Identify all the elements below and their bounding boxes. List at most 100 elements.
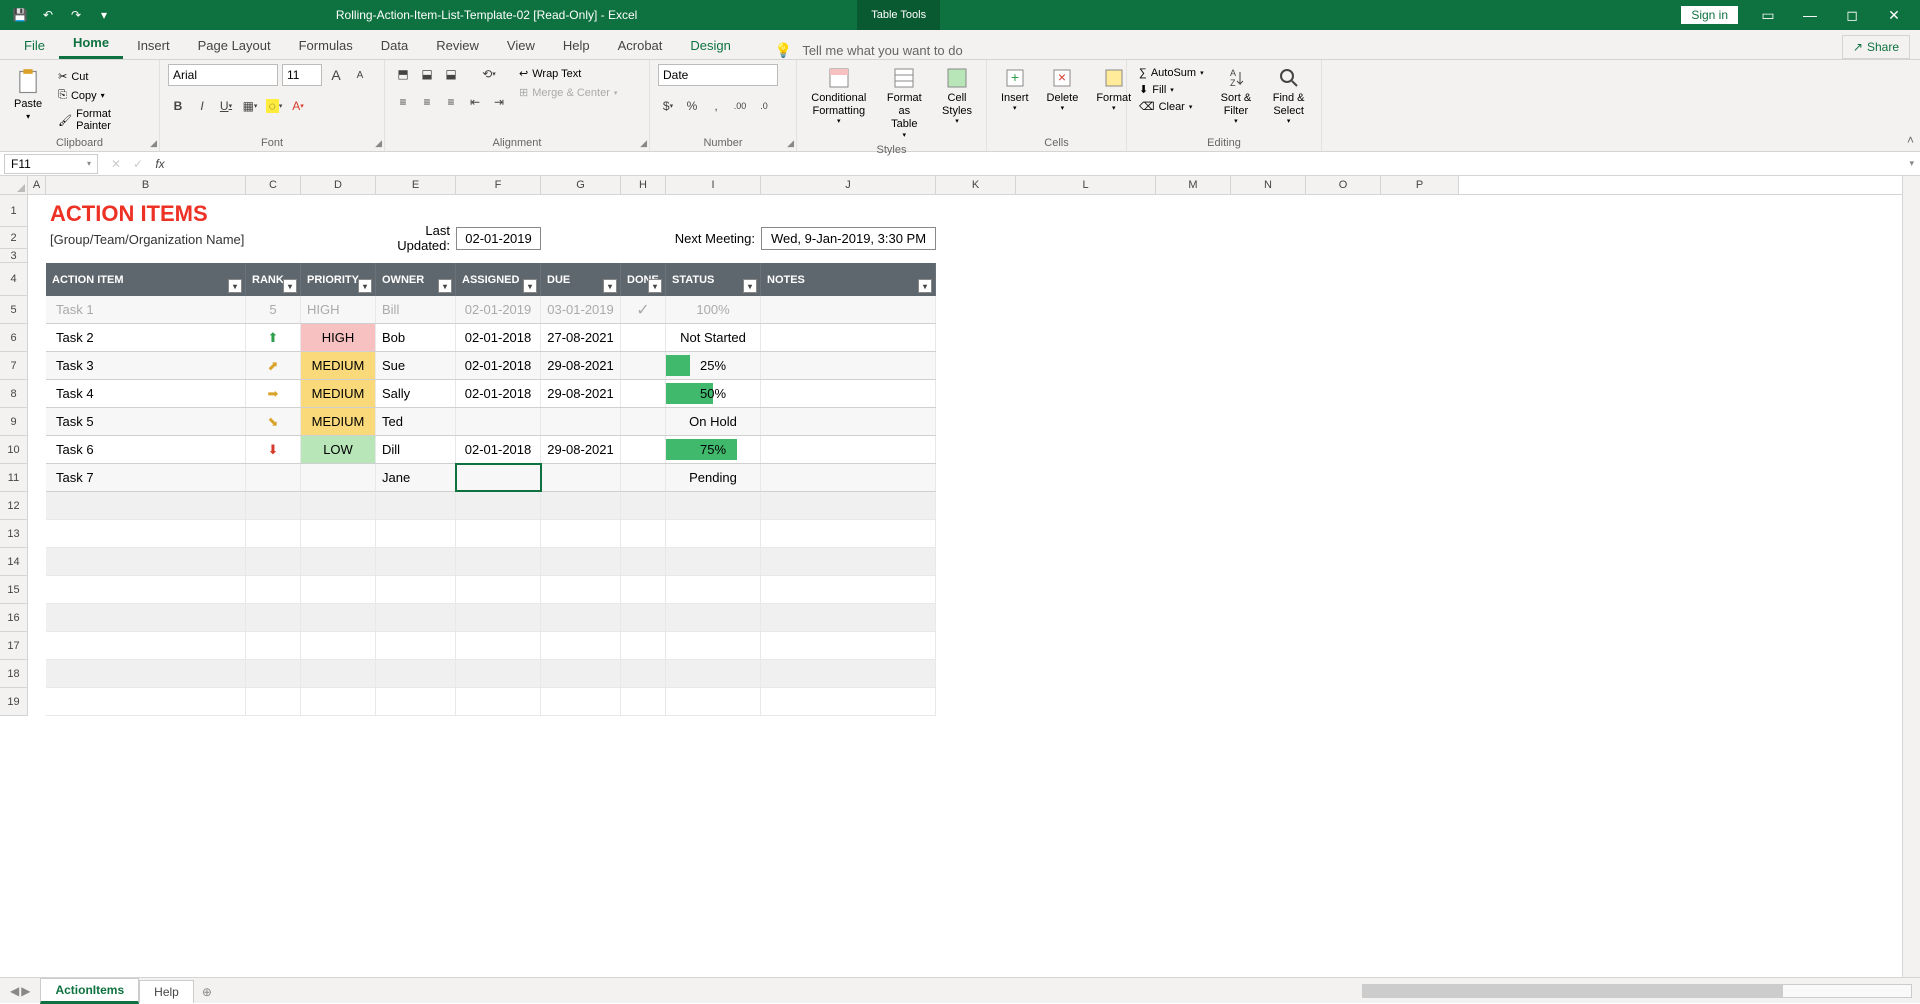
- sheet-nav-prev-icon[interactable]: ◀: [10, 984, 19, 998]
- col-header-H[interactable]: H: [621, 176, 666, 194]
- table-row[interactable]: Task 15HIGHBill02-01-201903-01-2019✓100%: [46, 296, 936, 324]
- ribbon-display-icon[interactable]: ▭: [1748, 0, 1788, 30]
- row-header-18[interactable]: 18: [0, 660, 27, 688]
- font-dialog-launcher[interactable]: ◢: [375, 138, 382, 149]
- filter-button[interactable]: ▾: [438, 279, 452, 293]
- row-header-4[interactable]: 4: [0, 263, 27, 296]
- formula-input[interactable]: [174, 155, 1903, 173]
- row-header-6[interactable]: 6: [0, 324, 27, 352]
- col-header-J[interactable]: J: [761, 176, 936, 194]
- undo-icon[interactable]: ↶: [36, 3, 60, 27]
- grid-content[interactable]: ACTION ITEMS[Group/Team/Organization Nam…: [28, 195, 1902, 716]
- col-header-K[interactable]: K: [936, 176, 1016, 194]
- collapse-ribbon-icon[interactable]: ˄: [1907, 133, 1914, 147]
- table-row[interactable]: Task 2⬆HIGHBob02-01-201827-08-2021Not St…: [46, 324, 936, 352]
- tab-home[interactable]: Home: [59, 29, 123, 59]
- align-right-icon[interactable]: ≡: [441, 92, 461, 112]
- table-row[interactable]: Task 7JanePending: [46, 464, 936, 492]
- fill-button[interactable]: ⬇Fill▾: [1135, 82, 1208, 97]
- horizontal-scrollbar[interactable]: [1362, 984, 1912, 998]
- redo-icon[interactable]: ↷: [64, 3, 88, 27]
- filter-button[interactable]: ▾: [358, 279, 372, 293]
- row-header-5[interactable]: 5: [0, 296, 27, 324]
- tab-view[interactable]: View: [493, 32, 549, 59]
- next-meeting-value[interactable]: Wed, 9-Jan-2019, 3:30 PM: [761, 227, 936, 250]
- tab-page-layout[interactable]: Page Layout: [184, 32, 285, 59]
- format-as-table-button[interactable]: Format as Table▾: [879, 64, 930, 142]
- row-header-17[interactable]: 17: [0, 632, 27, 660]
- row-header-11[interactable]: 11: [0, 464, 27, 492]
- col-header-N[interactable]: N: [1231, 176, 1306, 194]
- row-header-9[interactable]: 9: [0, 408, 27, 436]
- table-row[interactable]: Task 6⬇LOWDill02-01-201829-08-202175%: [46, 436, 936, 464]
- row-header-3[interactable]: 3: [0, 249, 27, 263]
- table-row[interactable]: Task 5⬊MEDIUMTedOn Hold: [46, 408, 936, 436]
- clear-button[interactable]: ⌫Clear▾: [1135, 99, 1208, 114]
- cell-styles-button[interactable]: Cell Styles▾: [936, 64, 978, 129]
- tab-help[interactable]: Help: [549, 32, 604, 59]
- close-icon[interactable]: ✕: [1874, 0, 1914, 30]
- col-header-O[interactable]: O: [1306, 176, 1381, 194]
- italic-button[interactable]: I: [192, 96, 212, 116]
- orientation-icon[interactable]: ⟲▾: [479, 64, 499, 84]
- row-header-13[interactable]: 13: [0, 520, 27, 548]
- paste-button[interactable]: Paste ▾: [8, 64, 48, 125]
- cut-button[interactable]: ✂Cut: [54, 68, 151, 85]
- row-header-7[interactable]: 7: [0, 352, 27, 380]
- copy-button[interactable]: ⎘Copy▾: [54, 87, 151, 104]
- merge-center-button[interactable]: ⊞Merge & Center▾: [515, 85, 621, 100]
- vertical-scrollbar[interactable]: [1902, 176, 1920, 977]
- tab-formulas[interactable]: Formulas: [285, 32, 367, 59]
- qat-customize-icon[interactable]: ▾: [92, 3, 116, 27]
- font-size-input[interactable]: [282, 64, 322, 86]
- clipboard-dialog-launcher[interactable]: ◢: [150, 138, 157, 149]
- col-header-E[interactable]: E: [376, 176, 456, 194]
- sheet-tab-actionitems[interactable]: ActionItems: [40, 978, 139, 1004]
- filter-button[interactable]: ▾: [743, 279, 757, 293]
- increase-decimal-icon[interactable]: .00: [730, 96, 750, 116]
- row-header-10[interactable]: 10: [0, 436, 27, 464]
- add-sheet-button[interactable]: ⊕: [194, 981, 220, 1003]
- tell-me-search[interactable]: 💡 Tell me what you want to do: [775, 42, 1842, 59]
- align-middle-icon[interactable]: ⬓: [417, 64, 437, 84]
- col-header-L[interactable]: L: [1016, 176, 1156, 194]
- minimize-icon[interactable]: —: [1790, 0, 1830, 30]
- borders-button[interactable]: ▦▾: [240, 96, 260, 116]
- maximize-icon[interactable]: ◻: [1832, 0, 1872, 30]
- sort-filter-button[interactable]: AZSort & Filter▾: [1214, 64, 1259, 129]
- col-header-M[interactable]: M: [1156, 176, 1231, 194]
- tab-design[interactable]: Design: [676, 32, 744, 59]
- row-header-16[interactable]: 16: [0, 604, 27, 632]
- align-left-icon[interactable]: ≡: [393, 92, 413, 112]
- bold-button[interactable]: B: [168, 96, 188, 116]
- fill-color-button[interactable]: ◌▾: [264, 96, 284, 116]
- format-painter-button[interactable]: 🖌Format Painter: [54, 106, 151, 134]
- wrap-text-button[interactable]: ↩Wrap Text: [515, 66, 621, 81]
- select-all-button[interactable]: [0, 176, 28, 195]
- col-header-F[interactable]: F: [456, 176, 541, 194]
- filter-button[interactable]: ▾: [648, 279, 662, 293]
- col-header-D[interactable]: D: [301, 176, 376, 194]
- accept-formula-icon[interactable]: ✓: [128, 154, 148, 174]
- row-header-2[interactable]: 2: [0, 227, 27, 249]
- decrease-indent-icon[interactable]: ⇤: [465, 92, 485, 112]
- row-header-15[interactable]: 15: [0, 576, 27, 604]
- table-row[interactable]: Task 3⬈MEDIUMSue02-01-201829-08-202125%: [46, 352, 936, 380]
- tab-file[interactable]: File: [10, 32, 59, 59]
- col-header-P[interactable]: P: [1381, 176, 1459, 194]
- tab-insert[interactable]: Insert: [123, 32, 184, 59]
- cancel-formula-icon[interactable]: ✕: [106, 154, 126, 174]
- sheet-tab-help[interactable]: Help: [139, 980, 194, 1003]
- row-header-19[interactable]: 19: [0, 688, 27, 716]
- number-dialog-launcher[interactable]: ◢: [787, 138, 794, 149]
- tab-acrobat[interactable]: Acrobat: [604, 32, 677, 59]
- col-header-C[interactable]: C: [246, 176, 301, 194]
- increase-indent-icon[interactable]: ⇥: [489, 92, 509, 112]
- filter-button[interactable]: ▾: [523, 279, 537, 293]
- number-format-select[interactable]: [658, 64, 778, 86]
- fx-icon[interactable]: fx: [150, 154, 170, 174]
- sign-in-button[interactable]: Sign in: [1681, 6, 1738, 24]
- align-bottom-icon[interactable]: ⬓: [441, 64, 461, 84]
- name-box[interactable]: F11▾: [4, 154, 98, 174]
- col-header-I[interactable]: I: [666, 176, 761, 194]
